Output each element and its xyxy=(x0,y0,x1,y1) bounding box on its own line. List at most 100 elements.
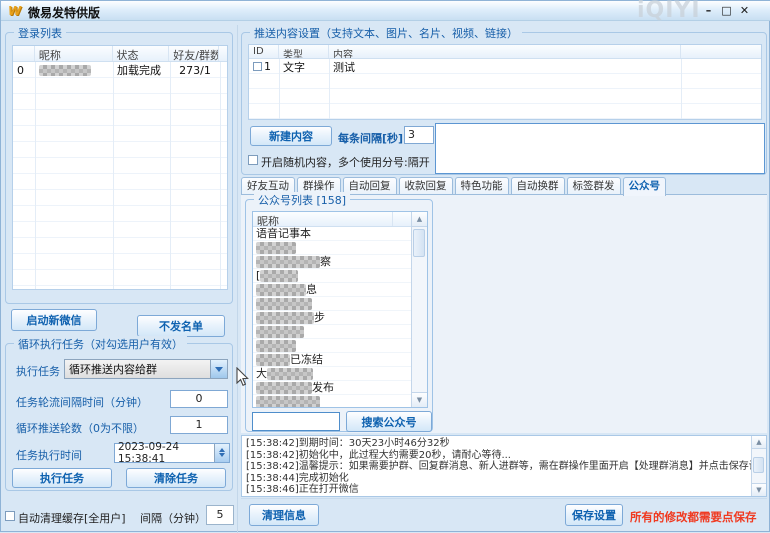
login-table-header: 昵称 状态 好友/群数 xyxy=(13,46,227,62)
log-lines: [15:38:42]到期时间：30天23小时46分32秒[15:38:42]初始… xyxy=(242,436,751,496)
rounds-input[interactable]: 1 xyxy=(170,416,228,434)
loop-task-title: 循环执行任务（对勾选用户有效） xyxy=(14,336,187,352)
mp-list-row[interactable] xyxy=(253,395,411,407)
random-checkbox[interactable] xyxy=(248,155,258,165)
mp-list-row[interactable]: 察 xyxy=(253,255,411,269)
row-id: 1 xyxy=(249,59,279,74)
push-table: ID 类型 内容 1 文字 测试 xyxy=(248,44,762,120)
col-id: ID xyxy=(249,45,279,58)
log-scroll-thumb[interactable] xyxy=(753,457,764,473)
exec-time-label: 任务执行时间 xyxy=(16,447,82,463)
row-status: 加载完成 xyxy=(113,61,170,79)
clean-interval-label: 间隔（分钟） xyxy=(140,510,206,526)
mp-list-row[interactable]: 息 xyxy=(253,283,411,297)
tab-item-2[interactable]: 自动回复 xyxy=(343,177,397,195)
scroll-down-icon[interactable]: ▼ xyxy=(412,392,427,407)
mp-list-header: 昵称 xyxy=(253,212,411,227)
scroll-down-icon[interactable]: ▼ xyxy=(752,483,766,496)
mp-list-row[interactable] xyxy=(253,325,411,339)
content-textarea[interactable] xyxy=(435,123,765,174)
push-content-group: 推送内容设置（支持文本、图片、名片、视频、链接） ID 类型 内容 1 文字 测… xyxy=(241,32,767,175)
interval-label: 任务轮流间隔时间（分钟） xyxy=(16,394,148,410)
clear-task-button[interactable]: 清除任务 xyxy=(126,468,226,488)
clean-info-button[interactable]: 清理信息 xyxy=(249,504,319,526)
app-window: { "window": { "title": "微易发特供版", "waterm… xyxy=(0,0,770,532)
start-wechat-button[interactable]: 启动新微信 xyxy=(11,309,97,331)
nosend-list-button[interactable]: 不发名单 xyxy=(137,315,225,337)
close-icon[interactable]: ✕ xyxy=(737,3,752,18)
tab-item-7[interactable]: 公众号 xyxy=(623,177,667,196)
exec-time-value: 2023-09-24 15:38:41 xyxy=(115,441,214,465)
task-select-value: 循环推送内容给群 xyxy=(65,361,210,377)
mp-list-row[interactable]: 已冻结 xyxy=(253,353,411,367)
tab-item-3[interactable]: 收款回复 xyxy=(399,177,453,195)
row-nickname xyxy=(35,63,113,78)
tab-item-5[interactable]: 自动换群 xyxy=(511,177,565,195)
login-list-title: 登录列表 xyxy=(14,25,66,41)
auto-clean-label: 自动清理缓存[全用户] xyxy=(18,510,126,526)
interval-input[interactable]: 0 xyxy=(170,390,228,408)
tab-item-4[interactable]: 特色功能 xyxy=(455,177,509,195)
save-notice: 所有的修改都需要点保存 xyxy=(630,509,757,525)
redacted-nickname xyxy=(39,65,91,76)
auto-clean-checkbox[interactable] xyxy=(5,511,15,521)
chevron-down-icon[interactable] xyxy=(210,360,227,378)
mp-list-row[interactable] xyxy=(253,297,411,311)
login-table-row[interactable]: 0 加载完成 273/1 xyxy=(13,62,227,78)
mp-list-body: 语音记事本 察 [ 息 步 已冻结 大 发布 红 xyxy=(253,227,411,407)
mp-vscrollbar[interactable]: ▲ ▼ xyxy=(411,212,427,407)
new-content-button[interactable]: 新建内容 xyxy=(250,126,332,146)
clean-interval-input[interactable]: 5 xyxy=(206,505,234,525)
push-content-title: 推送内容设置（支持文本、图片、名片、视频、链接） xyxy=(250,25,522,41)
login-hscrollbar[interactable]: ◀ ▶ xyxy=(13,289,227,290)
minimize-icon[interactable]: – xyxy=(701,3,716,18)
mp-list-row[interactable] xyxy=(253,241,411,255)
gap-input[interactable]: 3 xyxy=(404,126,434,144)
col-nickname: 昵称 xyxy=(253,212,393,226)
log-vscrollbar[interactable]: ▲ ▼ xyxy=(751,436,766,496)
task-select[interactable]: 循环推送内容给群 xyxy=(64,359,228,379)
row-content: 测试 xyxy=(329,58,681,76)
row-index: 0 xyxy=(13,63,35,78)
tab-item-6[interactable]: 标签群发 xyxy=(567,177,621,195)
app-title: 微易发特供版 xyxy=(28,4,100,21)
app-logo-icon: W xyxy=(8,4,23,18)
login-table: 昵称 状态 好友/群数 0 加载完成 273/1 ◀ ▶ xyxy=(12,45,228,290)
col-counts: 好友/群数 xyxy=(169,46,219,61)
panel-divider xyxy=(237,25,238,533)
video-watermark: iQIYI xyxy=(637,0,701,23)
mp-list-row[interactable] xyxy=(253,339,411,353)
mp-list-title: 公众号列表 [158] xyxy=(254,192,350,208)
vscroll-thumb[interactable] xyxy=(413,229,425,257)
log-box[interactable]: [15:38:42]到期时间：30天23小时46分32秒[15:38:42]初始… xyxy=(241,435,767,497)
mp-list-row[interactable]: [ xyxy=(253,269,411,283)
exec-time-input[interactable]: 2023-09-24 15:38:41 xyxy=(114,443,230,463)
row-type: 文字 xyxy=(279,58,329,76)
run-task-button[interactable]: 执行任务 xyxy=(12,468,112,488)
mouse-cursor xyxy=(235,367,249,387)
col-nickname: 昵称 xyxy=(35,46,113,61)
mp-list-row[interactable]: 发布 xyxy=(253,381,411,395)
gap-label: 每条间隔[秒] xyxy=(338,130,403,146)
login-list-group: 登录列表 昵称 状态 好友/群数 0 加载完成 273/1 ◀ xyxy=(5,32,233,304)
row-checkbox[interactable] xyxy=(253,62,262,71)
push-table-row[interactable]: 1 文字 测试 xyxy=(249,59,761,74)
col-status: 状态 xyxy=(113,46,170,61)
scroll-up-icon[interactable]: ▲ xyxy=(412,212,427,227)
mp-list-row[interactable]: 大 xyxy=(253,367,411,381)
mp-search-input[interactable] xyxy=(252,412,340,431)
time-spinner[interactable] xyxy=(214,444,229,462)
scroll-up-icon[interactable]: ▲ xyxy=(752,436,766,449)
mp-search-button[interactable]: 搜索公众号 xyxy=(346,411,432,432)
col-type: 类型 xyxy=(279,45,329,58)
mp-list-group: 公众号列表 [158] 昵称 语音记事本 察 [ 息 步 已冻结 大 发布 红 xyxy=(245,199,433,432)
mp-list-row[interactable]: 语音记事本 xyxy=(253,227,411,241)
loop-task-group: 循环执行任务（对勾选用户有效） 执行任务 循环推送内容给群 任务轮流间隔时间（分… xyxy=(5,343,233,491)
title-bar: iQIYI W 微易发特供版 – □ ✕ xyxy=(1,1,770,21)
random-label: 开启随机内容，多个使用分号:隔开 xyxy=(261,154,430,170)
maximize-icon[interactable]: □ xyxy=(719,3,734,18)
save-settings-button[interactable]: 保存设置 xyxy=(565,504,623,526)
task-label: 执行任务 xyxy=(16,363,60,379)
mp-list-row[interactable]: 步 xyxy=(253,311,411,325)
mp-list: 昵称 语音记事本 察 [ 息 步 已冻结 大 发布 红 ▲ xyxy=(252,211,428,408)
